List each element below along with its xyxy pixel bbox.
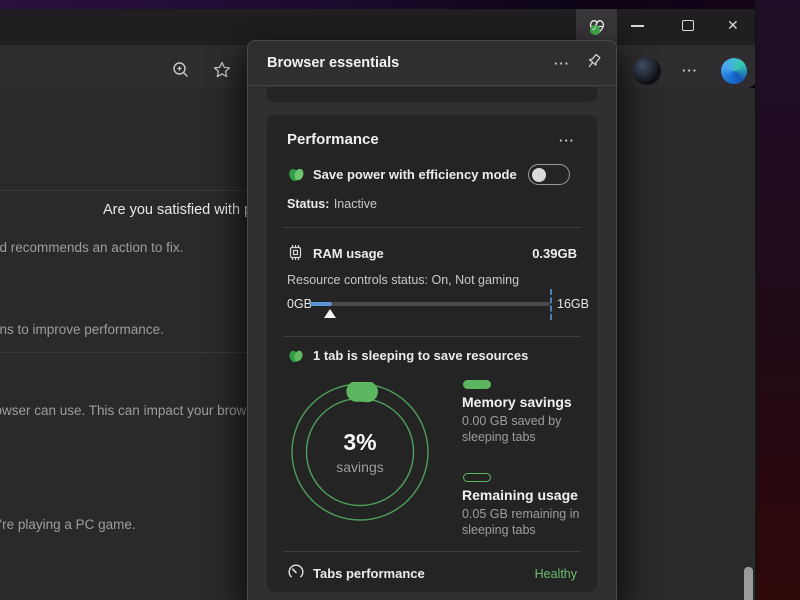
performance-heading: Performance bbox=[287, 131, 379, 148]
tabs-performance-status: Healthy bbox=[496, 567, 577, 581]
essentials-active-badge: ✓ bbox=[590, 25, 600, 35]
card-divider bbox=[283, 336, 581, 337]
panel-header-divider bbox=[248, 85, 616, 86]
page-heading-fragment: Are you satisfied with pe bbox=[103, 202, 260, 218]
heart-pulse-icon: ✓ bbox=[587, 17, 607, 37]
panel-more-button[interactable]: ··· bbox=[549, 56, 575, 71]
ram-slider-track[interactable] bbox=[310, 302, 550, 306]
performance-more-button[interactable]: ··· bbox=[554, 133, 580, 148]
ram-usage-label: RAM usage bbox=[313, 246, 384, 261]
ram-max-label: 16GB bbox=[557, 297, 589, 311]
page-divider bbox=[0, 190, 247, 191]
window-edge bbox=[755, 0, 757, 600]
remaining-usage-legend-swatch bbox=[463, 473, 491, 482]
remaining-usage-line2: sleeping tabs bbox=[462, 523, 536, 537]
sleeping-leaf-icon bbox=[287, 347, 305, 370]
donut-percent: 3% bbox=[290, 429, 430, 456]
toolbar-more-button[interactable]: ··· bbox=[679, 63, 701, 78]
page-text-line: nd recommends an action to fix. bbox=[0, 240, 183, 255]
maximize-button[interactable] bbox=[682, 20, 694, 31]
ram-min-label: 0GB bbox=[287, 297, 312, 311]
page-text-line: rowser can use. This can impact your bro… bbox=[0, 403, 246, 418]
profile-avatar[interactable] bbox=[633, 57, 661, 85]
ram-chip-icon bbox=[287, 244, 304, 266]
tabs-performance-label: Tabs performance bbox=[313, 566, 425, 581]
resource-controls-status: Resource controls status: On, Not gaming bbox=[287, 273, 519, 287]
remaining-usage-line1: 0.05 GB remaining in bbox=[462, 507, 579, 521]
card-divider bbox=[283, 227, 581, 228]
minimize-button[interactable] bbox=[631, 25, 644, 27]
status-label: Status: bbox=[287, 197, 329, 211]
scrolled-card-sliver bbox=[267, 87, 597, 102]
card-divider bbox=[283, 551, 581, 552]
donut-caption: savings bbox=[290, 459, 430, 475]
page-text-line: ons to improve performance. bbox=[0, 322, 164, 337]
memory-savings-legend-swatch bbox=[463, 380, 491, 389]
memory-savings-line1: 0.00 GB saved by bbox=[462, 414, 561, 428]
remaining-usage-title: Remaining usage bbox=[462, 487, 578, 503]
efficiency-leaf-icon bbox=[287, 165, 306, 189]
sleeping-tabs-title: 1 tab is sleeping to save resources bbox=[313, 348, 528, 363]
desktop-wallpaper-top bbox=[0, 0, 800, 9]
efficiency-mode-toggle[interactable] bbox=[528, 164, 570, 185]
zoom-icon[interactable] bbox=[171, 60, 191, 85]
page-text-line: u're playing a PC game. bbox=[0, 517, 136, 532]
status-row: Status: Inactive bbox=[287, 195, 377, 213]
memory-savings-line2: sleeping tabs bbox=[462, 430, 536, 444]
gauge-icon bbox=[287, 563, 305, 586]
ram-max-indicator bbox=[550, 289, 552, 320]
page-scrollbar-thumb[interactable] bbox=[744, 567, 753, 600]
status-value: Inactive bbox=[334, 197, 377, 211]
pin-icon[interactable] bbox=[584, 52, 603, 76]
page-divider bbox=[0, 352, 247, 353]
memory-savings-title: Memory savings bbox=[462, 394, 572, 410]
copilot-icon[interactable] bbox=[721, 58, 747, 84]
ram-slider-fill bbox=[310, 302, 332, 306]
ram-slider-marker[interactable] bbox=[324, 309, 336, 318]
efficiency-mode-label: Save power with efficiency mode bbox=[313, 167, 517, 182]
close-button[interactable]: ✕ bbox=[727, 17, 739, 34]
screen: ✓ ✕ ··· Are you satisfied with pe nd rec… bbox=[0, 0, 800, 600]
toggle-knob bbox=[532, 168, 546, 182]
favorites-star-icon[interactable] bbox=[212, 60, 232, 85]
ram-usage-value: 0.39GB bbox=[480, 246, 577, 261]
panel-title: Browser essentials bbox=[267, 55, 399, 71]
desktop-wallpaper-right bbox=[757, 0, 800, 600]
